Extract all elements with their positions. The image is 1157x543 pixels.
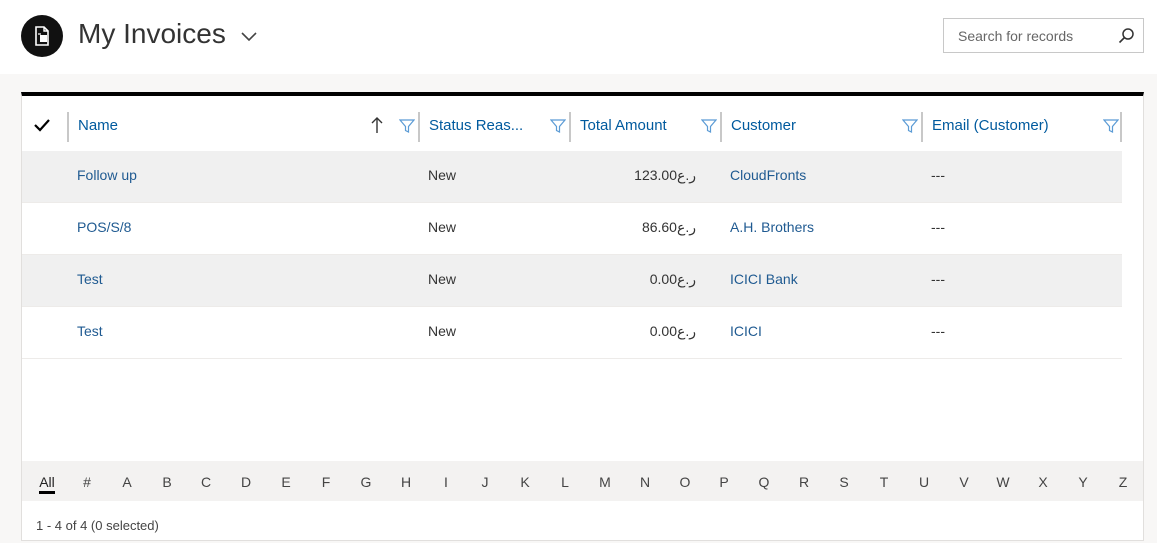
active-letter-underline <box>39 491 55 494</box>
jump-letter-o[interactable]: O <box>670 474 700 490</box>
record-count-status: 1 - 4 of 4 (0 selected) <box>36 518 159 533</box>
column-header-label: Name <box>78 116 119 134</box>
filter-icon[interactable] <box>901 118 919 134</box>
total-amount-cell: 0.00ﺭ.ﻉ <box>649 271 696 287</box>
jump-letter-k[interactable]: K <box>510 474 540 490</box>
jump-letter-z[interactable]: Z <box>1108 474 1138 490</box>
column-header-label: Email (Customer) <box>932 116 1049 134</box>
status-reason-cell: New <box>428 323 457 339</box>
jump-letter-d[interactable]: D <box>231 474 261 490</box>
sort-ascending-icon[interactable] <box>371 116 383 139</box>
email-cell: --- <box>931 219 945 235</box>
column-header-status-reason[interactable]: Status Reas... <box>429 96 523 154</box>
email-cell: --- <box>931 167 945 183</box>
jump-letter-h[interactable]: H <box>391 474 421 490</box>
filter-icon[interactable] <box>1102 118 1120 134</box>
jump-letter-t[interactable]: T <box>869 474 899 490</box>
column-separator[interactable] <box>67 112 69 142</box>
table-row[interactable]: POS/S/8 New 86.60ﺭ.ﻉ A.H. Brothers --- <box>22 203 1122 255</box>
customer-link[interactable]: ICICI Bank <box>730 271 798 287</box>
jump-letter-q[interactable]: Q <box>749 474 779 490</box>
jump-letter-u[interactable]: U <box>909 474 939 490</box>
alphabet-jump-bar: All # A B C D E F G H I J K L M N O P Q R S T U V W X Y Z <box>22 461 1143 501</box>
jump-letter-v[interactable]: V <box>949 474 979 490</box>
column-separator[interactable] <box>921 112 923 142</box>
customer-link[interactable]: ICICI <box>730 323 762 339</box>
table-row[interactable]: Follow up New 123.00ﺭ.ﻉ CloudFronts --- <box>22 151 1122 203</box>
jump-letter-w[interactable]: W <box>988 474 1018 490</box>
jump-letter-g[interactable]: G <box>351 474 381 490</box>
customer-link[interactable]: A.H. Brothers <box>730 219 814 235</box>
column-header-email-customer[interactable]: Email (Customer) <box>932 96 1049 154</box>
invoice-name-link[interactable]: Follow up <box>77 167 137 183</box>
invoice-grid: Name Status Reas... Total Amount Custome… <box>21 92 1144 541</box>
status-reason-cell: New <box>428 271 457 287</box>
jump-letter-a[interactable]: A <box>112 474 142 490</box>
select-all-checkbox[interactable] <box>34 96 54 154</box>
jump-letter-f[interactable]: F <box>311 474 341 490</box>
search-box <box>943 18 1144 53</box>
jump-letter-n[interactable]: N <box>630 474 660 490</box>
column-separator[interactable] <box>1120 112 1122 142</box>
jump-letter-x[interactable]: X <box>1028 474 1058 490</box>
total-amount-cell: 0.00ﺭ.ﻉ <box>649 323 696 339</box>
column-header-name[interactable]: Name <box>78 96 118 154</box>
grid-rows: Follow up New 123.00ﺭ.ﻉ CloudFronts --- … <box>22 151 1122 359</box>
jump-letter-r[interactable]: R <box>789 474 819 490</box>
search-input[interactable] <box>944 19 1114 52</box>
filter-icon[interactable] <box>700 118 718 134</box>
column-header-total-amount[interactable]: Total Amount <box>580 96 667 154</box>
invoice-name-link[interactable]: Test <box>77 271 103 287</box>
currency-symbol: ﺭ.ﻉ <box>676 323 696 339</box>
column-separator[interactable] <box>720 112 722 142</box>
filter-icon[interactable] <box>549 118 567 134</box>
view-title: My Invoices <box>78 18 226 49</box>
currency-symbol: ﺭ.ﻉ <box>676 271 696 287</box>
jump-letter-i[interactable]: I <box>431 474 461 490</box>
invoice-name-link[interactable]: Test <box>77 323 103 339</box>
jump-letter-j[interactable]: J <box>470 474 500 490</box>
jump-letter-p[interactable]: P <box>709 474 739 490</box>
table-row[interactable]: Test New 0.00ﺭ.ﻉ ICICI --- <box>22 307 1122 359</box>
customer-link[interactable]: CloudFronts <box>730 167 806 183</box>
jump-letter-b[interactable]: B <box>152 474 182 490</box>
column-header-customer[interactable]: Customer <box>731 96 796 154</box>
view-selector-chevron-icon[interactable] <box>240 27 258 45</box>
currency-symbol: ﺭ.ﻉ <box>676 219 696 235</box>
invoice-icon <box>21 15 63 57</box>
email-cell: --- <box>931 271 945 287</box>
page-header: My Invoices <box>0 0 1157 74</box>
jump-letter-m[interactable]: M <box>590 474 620 490</box>
status-reason-cell: New <box>428 167 457 183</box>
jump-letter-c[interactable]: C <box>191 474 221 490</box>
status-reason-cell: New <box>428 219 457 235</box>
total-amount-cell: 86.60ﺭ.ﻉ <box>641 219 696 235</box>
checkmark-icon <box>34 119 50 132</box>
invoice-name-link[interactable]: POS/S/8 <box>77 219 131 235</box>
filter-icon[interactable] <box>398 118 416 134</box>
email-cell: --- <box>931 323 945 339</box>
jump-letter-y[interactable]: Y <box>1068 474 1098 490</box>
jump-letter-all[interactable]: All <box>32 474 62 490</box>
column-header-label: Customer <box>731 116 797 134</box>
column-header-label: Total Amount <box>580 116 667 134</box>
total-amount-cell: 123.00ﺭ.ﻉ <box>634 167 696 183</box>
jump-letter-s[interactable]: S <box>829 474 859 490</box>
jump-letter-e[interactable]: E <box>271 474 301 490</box>
search-icon[interactable] <box>1118 27 1135 44</box>
table-row[interactable]: Test New 0.00ﺭ.ﻉ ICICI Bank --- <box>22 255 1122 307</box>
column-separator[interactable] <box>569 112 571 142</box>
jump-letter-hash[interactable]: # <box>72 474 102 490</box>
column-separator[interactable] <box>418 112 420 142</box>
jump-letter-l[interactable]: L <box>550 474 580 490</box>
column-header-label: Status Reas... <box>429 116 524 134</box>
currency-symbol: ﺭ.ﻉ <box>676 167 696 183</box>
